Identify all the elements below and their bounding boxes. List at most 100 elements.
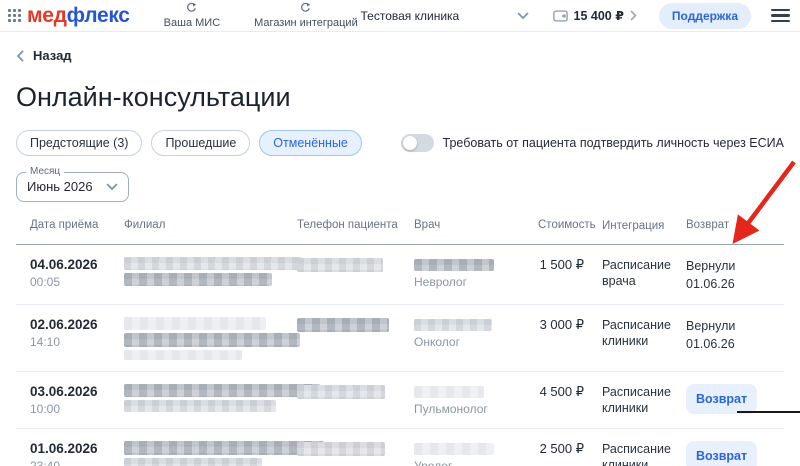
back-label: Назад xyxy=(33,48,72,63)
chevron-right-icon xyxy=(630,10,637,21)
appointment-time: 10:00 xyxy=(30,402,124,416)
redacted-branch xyxy=(124,350,242,360)
redacted-doctor-name xyxy=(414,386,484,398)
col-date: Дата приёма xyxy=(30,219,124,234)
nav-your-mis-label: Ваша МИС xyxy=(164,17,220,29)
redacted-branch xyxy=(124,333,300,347)
col-cost: Стоимость xyxy=(538,219,600,234)
doctor-specialty: Невролог xyxy=(414,275,538,289)
redacted-phone xyxy=(297,318,389,332)
cell-date: 02.06.2026 14:10 xyxy=(30,317,124,360)
consultations-table: Дата приёма Филиал Телефон пациента Врач… xyxy=(16,213,784,466)
tab-cancelled[interactable]: Отменённые xyxy=(259,130,362,156)
tab-past[interactable]: Прошедшие xyxy=(151,130,250,156)
cell-refund: Возврат xyxy=(686,441,784,466)
support-button[interactable]: Поддержка xyxy=(659,3,751,29)
redacted-doctor-name xyxy=(414,443,494,455)
esia-toggle[interactable] xyxy=(401,134,434,152)
clinic-selector[interactable]: Тестовая клиника xyxy=(361,9,529,23)
main-content: Назад Онлайн-консультации Предстоящие (3… xyxy=(0,32,800,466)
cell-phone xyxy=(297,317,414,360)
page-title: Онлайн-консультации xyxy=(16,82,784,113)
cell-cost: 4 500 ₽ xyxy=(538,384,600,417)
cell-integration: Расписание врача xyxy=(600,257,680,293)
appointment-date: 03.06.2026 xyxy=(30,384,124,400)
cell-branch xyxy=(124,384,297,417)
cell-doctor: Невролог xyxy=(414,257,538,293)
refund-button[interactable]: Возврат xyxy=(686,384,757,414)
tab-upcoming[interactable]: Предстоящие (3) xyxy=(16,130,142,156)
appointment-time: 23:40 xyxy=(30,459,124,466)
chevron-left-icon xyxy=(16,50,24,62)
table-row[interactable]: 04.06.2026 00:05 Невролог 1 500 ₽ Распис… xyxy=(16,245,784,305)
medflex-logo[interactable]: медфлекс xyxy=(27,4,130,28)
doctor-specialty: Пульмонолог xyxy=(414,402,538,416)
redacted-branch xyxy=(124,317,266,330)
cell-date: 01.06.2026 23:40 xyxy=(30,441,124,466)
cell-phone xyxy=(297,384,414,417)
cell-cost: 1 500 ₽ xyxy=(538,257,600,293)
cell-integration: Расписание клиники xyxy=(600,441,680,466)
redacted-phone xyxy=(297,258,383,272)
logo-part-blue: флекс xyxy=(67,4,130,27)
toggle-knob xyxy=(403,136,417,150)
doctor-specialty: Уролог xyxy=(414,459,538,466)
cell-phone xyxy=(297,257,414,293)
top-bar: медфлекс Ваша МИС Магазин интеграций Тес… xyxy=(0,0,800,32)
month-select-label: Месяц xyxy=(26,166,64,177)
redacted-branch xyxy=(124,384,320,397)
col-integration: Интеграция xyxy=(600,219,680,234)
cell-refund: Вернули 01.06.26 xyxy=(686,257,784,293)
menu-icon[interactable] xyxy=(771,6,790,26)
redacted-phone xyxy=(297,442,385,456)
cell-phone xyxy=(297,441,414,466)
appointment-date: 04.06.2026 xyxy=(30,257,124,273)
appointment-time: 14:10 xyxy=(30,335,124,349)
redacted-branch xyxy=(124,458,262,466)
nav-integrations-market[interactable]: Магазин интеграций xyxy=(254,2,358,29)
wallet-icon xyxy=(553,10,568,22)
table-row[interactable]: 01.06.2026 23:40 Уролог 2 500 ₽ Расписан… xyxy=(16,429,784,466)
back-link[interactable]: Назад xyxy=(16,48,72,63)
esia-toggle-label: Требовать от пациента подтвердить личнос… xyxy=(443,136,784,150)
clinic-name: Тестовая клиника xyxy=(361,9,460,23)
cell-cost: 2 500 ₽ xyxy=(538,441,600,466)
redacted-branch xyxy=(124,400,276,412)
col-branch: Филиал xyxy=(124,219,297,234)
esia-toggle-group: Требовать от пациента подтвердить личнос… xyxy=(401,134,784,152)
table-row[interactable]: 03.06.2026 10:00 Пульмонолог 4 500 ₽ Рас… xyxy=(16,372,784,429)
table-row[interactable]: 02.06.2026 14:10 Онколог 3 000 ₽ Расписа… xyxy=(16,305,784,372)
appointment-time: 00:05 xyxy=(30,275,124,289)
cell-branch xyxy=(124,317,297,360)
apps-grid-icon[interactable] xyxy=(8,9,21,22)
cell-refund: Вернули 01.06.26 xyxy=(686,317,784,360)
month-select[interactable]: Месяц Июнь 2026 xyxy=(16,172,129,202)
cell-doctor: Онколог xyxy=(414,317,538,360)
online-consultations-page: медфлекс Ваша МИС Магазин интеграций Тес… xyxy=(0,0,800,466)
refund-button[interactable]: Возврат xyxy=(686,441,757,466)
col-refund: Возврат xyxy=(686,219,784,234)
nav-integrations-label: Магазин интеграций xyxy=(254,17,358,29)
cell-cost: 3 000 ₽ xyxy=(538,317,600,360)
nav-your-mis[interactable]: Ваша МИС xyxy=(164,2,220,29)
redacted-doctor-name xyxy=(414,319,492,331)
redacted-doctor-name xyxy=(414,259,494,271)
month-select-value: Июнь 2026 xyxy=(27,179,93,194)
doctor-specialty: Онколог xyxy=(414,335,538,349)
cell-branch xyxy=(124,257,297,293)
appointment-date: 02.06.2026 xyxy=(30,317,124,333)
refund-status: Вернули 01.06.26 xyxy=(686,259,735,291)
chevron-down-icon xyxy=(517,12,529,20)
cell-doctor: Пульмонолог xyxy=(414,384,538,417)
chevron-down-icon xyxy=(106,183,118,191)
balance-widget[interactable]: 15 400 ₽ xyxy=(553,8,637,23)
col-doctor: Врач xyxy=(414,219,538,234)
redacted-branch xyxy=(124,441,324,455)
redacted-branch xyxy=(124,273,272,286)
filter-row: Предстоящие (3) Прошедшие Отменённые Тре… xyxy=(16,130,784,156)
redacted-branch xyxy=(124,257,302,270)
integrations-icon xyxy=(300,2,311,17)
black-line-annotation xyxy=(737,411,800,413)
balance-amount: 15 400 ₽ xyxy=(574,8,624,23)
cell-doctor: Уролог xyxy=(414,441,538,466)
